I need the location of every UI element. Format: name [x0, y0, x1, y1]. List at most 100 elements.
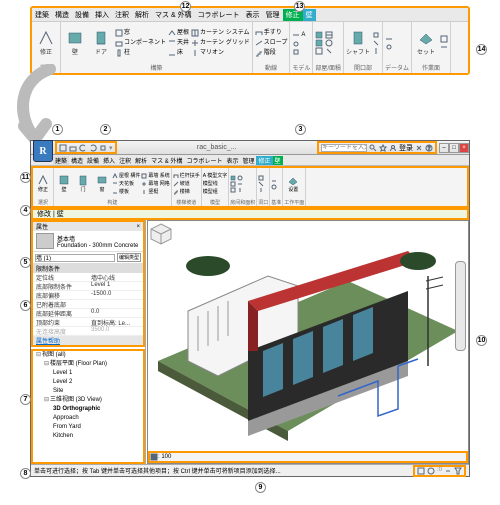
- tab-manage[interactable]: 管理: [263, 9, 283, 21]
- floor-button[interactable]: 床: [168, 48, 189, 58]
- prop-v-locline[interactable]: 墙中心线: [88, 273, 143, 281]
- search-icon[interactable]: [369, 144, 377, 152]
- tab-analyze[interactable]: 解析: [132, 9, 152, 21]
- select-links-icon[interactable]: [444, 467, 452, 475]
- room-btn-3[interactable]: [315, 47, 323, 55]
- m-stair[interactable]: 楼梯: [173, 188, 200, 196]
- properties-close-icon[interactable]: ×: [136, 224, 140, 230]
- m-area[interactable]: [230, 187, 236, 193]
- browser-root[interactable]: ⊟视图 (all): [33, 351, 143, 360]
- m-floor[interactable]: 楼板: [112, 188, 140, 196]
- modify-button[interactable]: 修正: [34, 30, 58, 56]
- redo-icon[interactable]: [89, 144, 97, 152]
- column-button[interactable]: 柱: [115, 48, 166, 58]
- tab-insert[interactable]: 挿入: [92, 9, 112, 21]
- m-window-button[interactable]: 窗: [93, 174, 111, 193]
- tab-view[interactable]: 表示: [243, 9, 263, 21]
- opening-btn-3[interactable]: [372, 47, 380, 55]
- set-button[interactable]: セット: [414, 30, 438, 56]
- m-d2[interactable]: [271, 184, 277, 190]
- m-ramp[interactable]: 坡道: [173, 180, 200, 188]
- model-btn-1[interactable]: A: [292, 30, 305, 40]
- category-constraints[interactable]: 限制条件: [33, 264, 143, 273]
- mtab-structure[interactable]: 構造: [69, 156, 85, 165]
- area-btn-3[interactable]: [325, 47, 333, 55]
- m-cs[interactable]: 幕墙 系统: [141, 172, 169, 180]
- window-button[interactable]: 窓: [115, 28, 166, 38]
- prop-v-base[interactable]: Level 1: [88, 282, 143, 290]
- datum-btn-2[interactable]: [385, 43, 393, 51]
- component-button[interactable]: コンポーネント: [115, 38, 166, 48]
- browser-kitchen[interactable]: Kitchen: [33, 432, 143, 441]
- maximize-button[interactable]: □: [449, 143, 459, 153]
- star-icon[interactable]: [379, 144, 387, 152]
- door-button[interactable]: ドア: [89, 30, 113, 56]
- prop-v-boff[interactable]: -1500.0: [88, 291, 143, 299]
- tab-architecture[interactable]: 建築: [32, 9, 52, 21]
- prop-v-bext[interactable]: 0.0: [88, 309, 143, 317]
- tab-contextual-wall[interactable]: 壁: [303, 9, 316, 21]
- mtab-manage[interactable]: 管理: [240, 156, 256, 165]
- workset-icon[interactable]: [417, 467, 425, 475]
- mtab-analyze[interactable]: 解析: [133, 156, 149, 165]
- browser-fromyard[interactable]: From Yard: [33, 423, 143, 432]
- search-input[interactable]: [321, 144, 367, 152]
- m-cg[interactable]: 幕墙 网格: [141, 180, 169, 188]
- ceiling-button[interactable]: 天井: [168, 38, 189, 48]
- mtab-annotate[interactable]: 注釈: [117, 156, 133, 165]
- opening-btn-1[interactable]: [372, 31, 380, 39]
- exchange-icon[interactable]: [415, 144, 423, 152]
- model-btn-3[interactable]: [292, 48, 305, 56]
- design-options-icon[interactable]: [427, 467, 435, 475]
- m-a4[interactable]: [237, 187, 243, 193]
- reveal-icon[interactable]: [150, 453, 158, 461]
- mtab-collab[interactable]: コラボレート: [184, 156, 224, 165]
- railing-button[interactable]: 手すり: [255, 28, 288, 38]
- mtab-systems[interactable]: 設備: [85, 156, 101, 165]
- tab-annotate[interactable]: 注釈: [112, 9, 132, 21]
- ramp-button[interactable]: スロープ: [255, 38, 288, 48]
- wp-btn-2[interactable]: [440, 43, 448, 51]
- area-btn-2[interactable]: [325, 39, 333, 47]
- edit-type-button[interactable]: 编辑类型: [117, 253, 141, 262]
- m-set[interactable]: 设置: [284, 174, 302, 193]
- close-button[interactable]: ×: [459, 143, 469, 153]
- navigation-bar[interactable]: [455, 261, 466, 351]
- mtab-view[interactable]: 表示: [224, 156, 240, 165]
- room-btn-1[interactable]: [315, 31, 323, 39]
- minimize-button[interactable]: –: [439, 143, 449, 153]
- user-icon[interactable]: [389, 144, 397, 152]
- m-ceiling[interactable]: 天花板: [112, 180, 140, 188]
- browser-level2[interactable]: Level 2: [33, 378, 143, 387]
- m-mt[interactable]: A 模型文字: [203, 172, 227, 180]
- mtab-modify[interactable]: 修正: [256, 156, 272, 165]
- type-name[interactable]: Foundation - 300mm Concrete: [57, 243, 140, 249]
- mtab-massing[interactable]: マス & 外構: [149, 156, 184, 165]
- mtab-insert[interactable]: 挿入: [101, 156, 117, 165]
- signin-link[interactable]: 登录: [399, 143, 413, 153]
- tab-systems[interactable]: 設備: [72, 9, 92, 21]
- app-menu-button[interactable]: R: [33, 140, 53, 162]
- viewcube[interactable]: [148, 221, 174, 247]
- mtab-wall[interactable]: 壁: [273, 156, 283, 165]
- filter-icon[interactable]: [454, 467, 462, 475]
- browser-floorplans[interactable]: ⊟楼层平面 (Floor Plan): [33, 360, 143, 369]
- prop-v-top[interactable]: 直到标高: Le...: [88, 318, 143, 326]
- browser-level1[interactable]: Level 1: [33, 369, 143, 378]
- m-mullion[interactable]: 竖梃: [141, 188, 169, 196]
- m-o3[interactable]: [258, 187, 264, 193]
- browser-approach[interactable]: Approach: [33, 414, 143, 423]
- mtab-architecture[interactable]: 建築: [53, 156, 69, 165]
- area-btn-1[interactable]: [325, 31, 333, 39]
- print-icon[interactable]: [99, 144, 107, 152]
- tab-collaborate[interactable]: コラボレート: [195, 9, 243, 21]
- stair-button[interactable]: 階段: [255, 48, 288, 58]
- browser-site[interactable]: Site: [33, 387, 143, 396]
- curtain-system-button[interactable]: カーテン システム: [191, 28, 250, 38]
- m-wall-button[interactable]: 壁: [55, 174, 73, 193]
- m-roof[interactable]: 屋根 構件: [112, 172, 140, 180]
- model-btn-2[interactable]: [292, 40, 305, 48]
- browser-3d-ortho[interactable]: 3D Orthographic: [33, 405, 143, 414]
- opening-btn-2[interactable]: [372, 39, 380, 47]
- prop-v-batt[interactable]: [88, 300, 143, 308]
